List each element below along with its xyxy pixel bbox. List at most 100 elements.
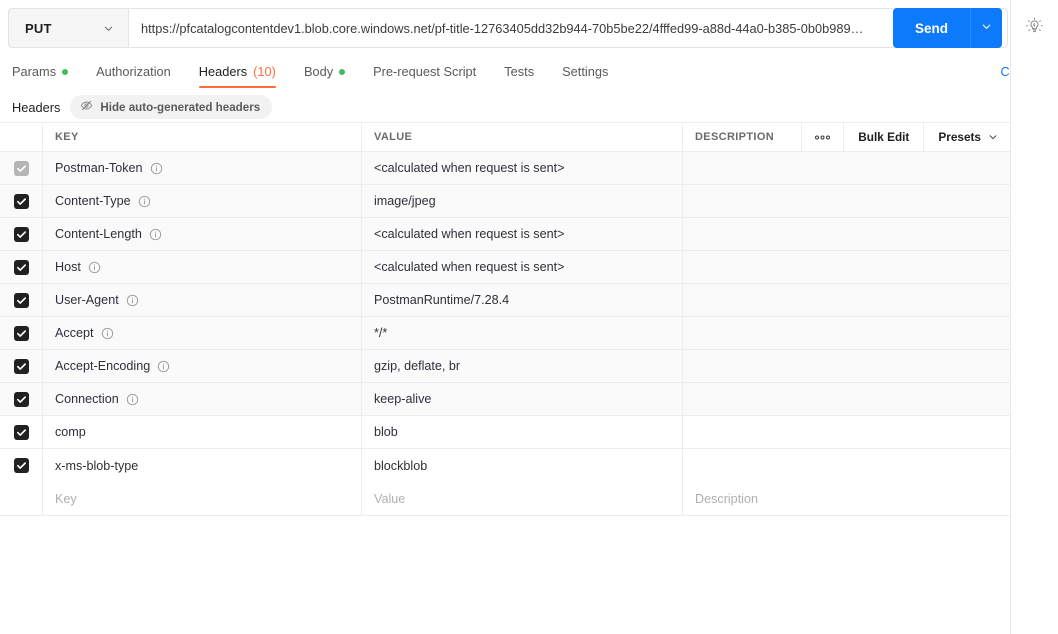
header-value-cell[interactable]: image/jpeg [362,185,683,217]
row-enable-checkbox-cell [0,482,43,515]
table-row[interactable]: Postman-Token <calculated when request is… [0,152,1010,185]
toggle-auto-generated-headers-label: Hide auto-generated headers [100,100,261,114]
presets-button[interactable]: Presets [924,123,1010,151]
row-enable-checkbox-cell [0,350,43,382]
header-value-cell[interactable]: <calculated when request is sent> [362,152,683,184]
tab-pre-request-script[interactable]: Pre-request Script [359,64,490,88]
toggle-auto-generated-headers-button[interactable]: Hide auto-generated headers [70,95,273,119]
row-enable-checkbox-cell [0,185,43,217]
send-options-button[interactable] [970,8,1002,48]
row-enable-checkbox[interactable] [13,259,29,275]
header-key-text: Host [55,260,81,274]
tab-params[interactable]: Params [0,64,82,88]
info-icon[interactable] [88,261,101,274]
header-key-cell[interactable]: Host [43,251,362,283]
info-icon[interactable] [126,393,139,406]
info-icon[interactable] [138,195,151,208]
header-value-cell[interactable]: blob [362,416,683,448]
header-key-cell[interactable]: Connection [43,383,362,415]
header-value-text: */* [374,326,388,340]
table-options-button[interactable] [801,123,845,151]
tab-settings[interactable]: Settings [548,64,622,88]
header-value-cell[interactable]: */* [362,317,683,349]
header-description-cell[interactable] [683,350,1010,382]
tab-body[interactable]: Body [290,64,359,88]
new-value-input[interactable]: Value [362,482,683,515]
tab-headers[interactable]: Headers (10) [185,64,290,88]
header-description-cell[interactable] [683,449,1010,482]
header-description-cell[interactable] [683,251,1010,283]
table-row[interactable]: comp blob [0,416,1010,449]
info-icon[interactable] [101,327,114,340]
table-row[interactable]: Accept-Encoding gzip, deflate, br [0,350,1010,383]
chevron-down-icon [988,132,998,142]
header-value-text: image/jpeg [374,194,436,208]
table-row[interactable]: Connection keep-alive [0,383,1010,416]
header-key-cell[interactable]: User-Agent [43,284,362,316]
header-value-cell[interactable]: blockblob [362,449,683,482]
table-row[interactable]: Host <calculated when request is sent> [0,251,1010,284]
lightbulb-icon[interactable] [1021,12,1049,40]
send-button[interactable]: Send [892,8,970,48]
header-key-cell[interactable]: Postman-Token [43,152,362,184]
header-value-text: <calculated when request is sent> [374,227,565,241]
http-method-select[interactable]: PUT [8,8,128,48]
header-value-cell[interactable]: gzip, deflate, br [362,350,683,382]
active-tab-underline [198,86,276,88]
new-description-input[interactable]: Description [683,482,1010,515]
column-header-key: KEY [43,123,362,151]
header-value-text: keep-alive [374,392,432,406]
header-description-cell[interactable] [683,185,1010,217]
header-check-cell [0,123,43,151]
header-value-cell[interactable]: keep-alive [362,383,683,415]
row-enable-checkbox[interactable] [13,325,29,341]
header-value-text: gzip, deflate, br [374,359,461,373]
info-icon[interactable] [126,294,139,307]
request-url-input[interactable]: https://pfcatalogcontentdev1.blob.core.w… [128,8,1008,48]
tab-authorization[interactable]: Authorization [82,64,185,88]
header-description-cell[interactable] [683,317,1010,349]
info-icon[interactable] [157,360,170,373]
header-description-cell[interactable] [683,284,1010,316]
header-key-cell[interactable]: Content-Length [43,218,362,250]
header-key-cell[interactable]: x-ms-blob-type [43,449,362,482]
row-enable-checkbox[interactable] [13,193,29,209]
row-enable-checkbox[interactable] [13,458,29,473]
table-row[interactable]: User-Agent PostmanRuntime/7.28.4 [0,284,1010,317]
presets-label: Presets [938,130,981,144]
table-row[interactable]: Accept */* [0,317,1010,350]
header-value-cell[interactable]: <calculated when request is sent> [362,218,683,250]
header-description-cell[interactable] [683,152,1010,184]
bulk-edit-button[interactable]: Bulk Edit [844,123,925,151]
header-key-text: Connection [55,392,119,406]
info-icon[interactable] [150,162,163,175]
header-description-cell[interactable] [683,416,1010,448]
header-key-cell[interactable]: Accept-Encoding [43,350,362,382]
row-enable-checkbox[interactable] [13,391,29,407]
tab-tests[interactable]: Tests [490,64,548,88]
header-description-cell[interactable] [683,383,1010,415]
unsaved-dot-icon [62,68,69,75]
header-key-cell[interactable]: Accept [43,317,362,349]
header-value-cell[interactable]: <calculated when request is sent> [362,251,683,283]
header-description-cell[interactable] [683,218,1010,250]
row-enable-checkbox-cell [0,449,43,482]
info-icon[interactable] [149,228,162,241]
table-row-new[interactable]: Key Value Description [0,482,1010,515]
header-value-cell[interactable]: PostmanRuntime/7.28.4 [362,284,683,316]
new-key-input[interactable]: Key [43,482,362,515]
header-key-cell[interactable]: comp [43,416,362,448]
row-enable-checkbox[interactable] [13,226,29,242]
chevron-down-icon [103,23,114,34]
unsaved-dot-icon [339,68,346,75]
row-enable-checkbox[interactable] [13,292,29,308]
table-row[interactable]: Content-Length <calculated when request i… [0,218,1010,251]
table-row[interactable]: Content-Type image/jpeg [0,185,1010,218]
row-enable-checkbox[interactable] [13,160,29,176]
table-row[interactable]: x-ms-blob-type blockblob [0,449,1010,482]
row-enable-checkbox[interactable] [13,358,29,374]
row-enable-checkbox[interactable] [13,424,29,440]
row-enable-checkbox-cell [0,284,43,316]
request-tabs: Params Authorization Headers (10) Body P… [0,56,1010,88]
header-key-cell[interactable]: Content-Type [43,185,362,217]
